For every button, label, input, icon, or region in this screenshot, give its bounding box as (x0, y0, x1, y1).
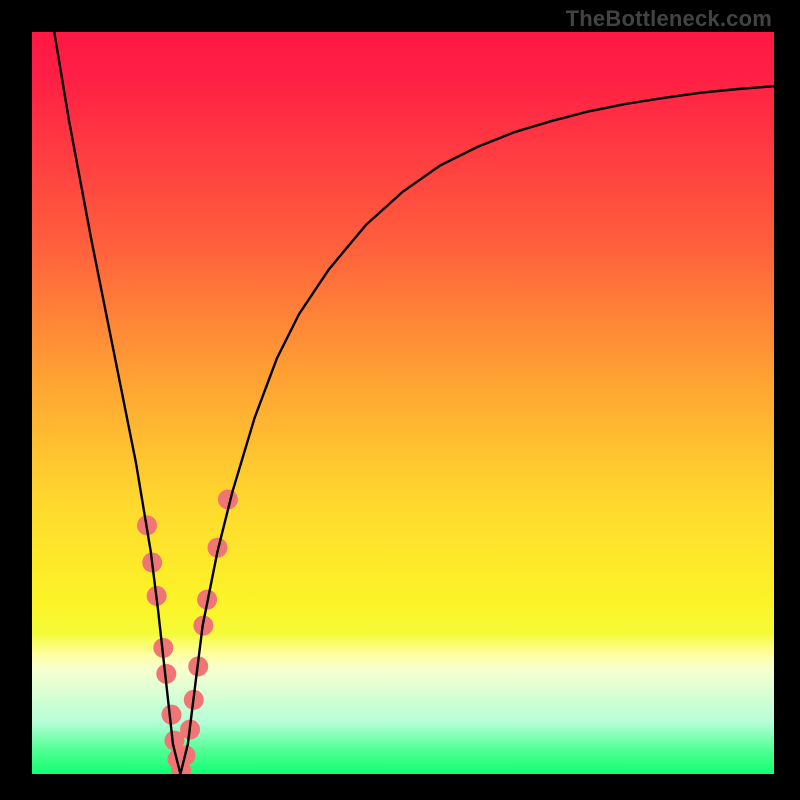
chart-frame: TheBottleneck.com (0, 0, 800, 800)
bottleneck-curve (54, 32, 774, 774)
watermark-label: TheBottleneck.com (566, 6, 772, 32)
plot-area (32, 32, 774, 774)
curve-layer (32, 32, 774, 774)
